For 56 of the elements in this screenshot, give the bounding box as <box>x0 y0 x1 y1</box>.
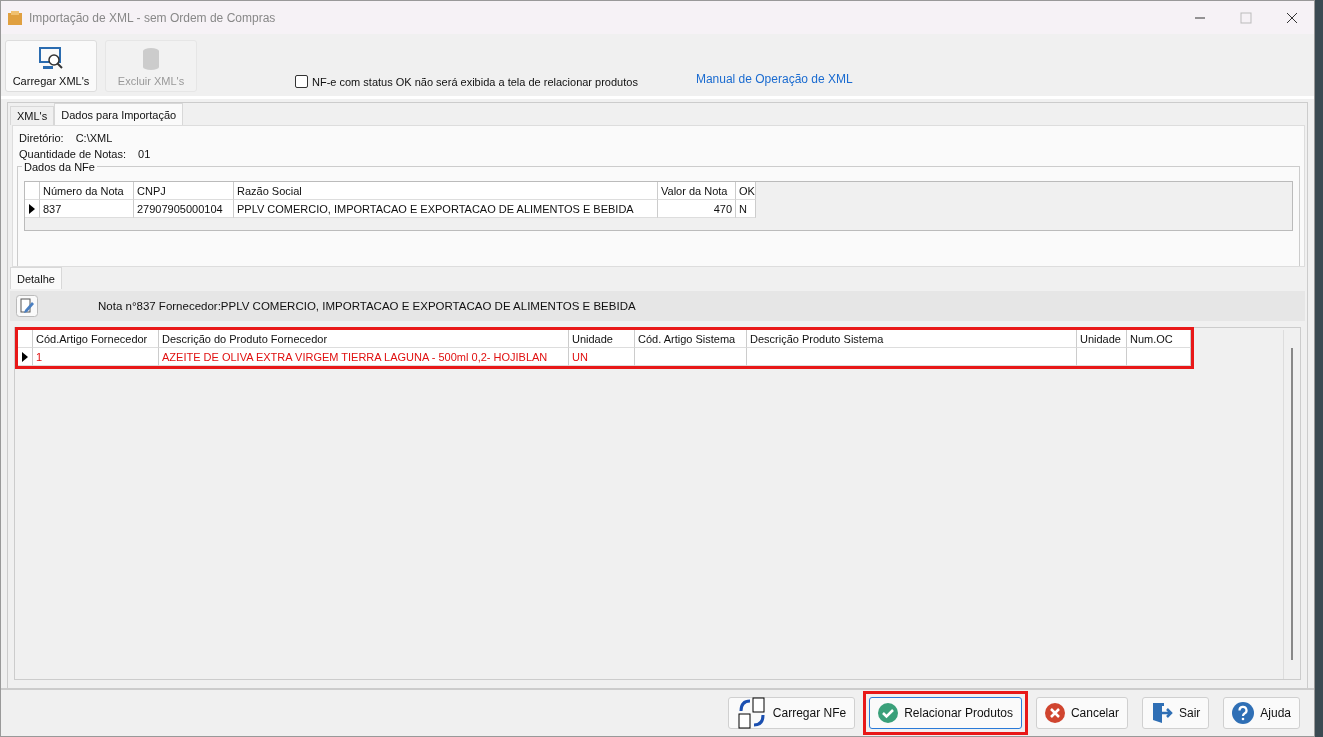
swap-documents-icon <box>736 697 767 729</box>
column-header[interactable]: Número da Nota <box>40 182 134 200</box>
corner-header-cell <box>25 182 40 200</box>
row-indicator-cell[interactable] <box>25 200 40 218</box>
row-pointer-icon <box>29 203 35 214</box>
column-header[interactable]: CNPJ <box>134 182 234 200</box>
row-pointer-icon <box>22 351 28 362</box>
action-button[interactable]: Sair <box>1141 697 1210 729</box>
close-icon[interactable] <box>1286 11 1298 24</box>
tab[interactable]: XML's <box>10 106 55 125</box>
column-header[interactable]: Razão Social <box>234 182 658 200</box>
table-cell: N <box>736 200 756 218</box>
window-title: Importação de XML - sem Ordem de Compras <box>29 10 276 25</box>
table-cell: 837 <box>40 200 134 218</box>
table-cell: PPLV COMERCIO, IMPORTACAO E EXPORTACAO DE ALIMENTOS E BEBIDA <box>234 200 658 218</box>
manual-link[interactable]: Manual de Operação de XML <box>695 72 853 86</box>
action-button[interactable]: Ajuda <box>1223 697 1300 729</box>
field-label: Quantidade de Notas: <box>19 148 127 160</box>
box-icon <box>7 9 23 26</box>
field-value: C:\XML <box>75 132 113 144</box>
help-icon <box>1232 702 1255 724</box>
tab[interactable]: Detalhe <box>10 267 62 289</box>
checkbox[interactable] <box>295 75 308 88</box>
table-cell <box>1127 348 1191 366</box>
tab[interactable]: Dados para Importação <box>54 103 184 125</box>
toolbar-button[interactable]: Carregar XML's <box>5 40 97 92</box>
group-title: Dados da NFe <box>22 161 97 173</box>
table-cell: 470 <box>658 200 736 218</box>
monitor-search-icon <box>38 45 64 72</box>
cancel-icon <box>1044 703 1065 723</box>
action-button[interactable]: Carregar NFe <box>727 697 856 729</box>
check-icon <box>878 703 899 723</box>
action-button[interactable]: Relacionar Produtos <box>869 697 1022 729</box>
row-indicator-cell[interactable] <box>18 348 33 366</box>
table-cell <box>1077 348 1127 366</box>
table-cell: 1 <box>33 348 159 366</box>
column-header[interactable]: Num.OC <box>1127 330 1191 348</box>
detail-header-text: Nota n°837 Fornecedor:PPLV COMERCIO, IMPORTACAO E EXPORTACAO DE ALIMENTOS E BEBIDA <box>98 300 636 312</box>
scrollbar-thumb[interactable] <box>1291 348 1293 660</box>
action-button[interactable]: Cancelar <box>1035 697 1128 729</box>
table-cell: UN <box>569 348 635 366</box>
column-header[interactable]: Descrição Produto Sistema <box>747 330 1077 348</box>
edit-document-icon[interactable] <box>16 295 38 317</box>
column-header[interactable]: Valor da Nota <box>658 182 736 200</box>
exit-door-icon <box>1150 702 1173 724</box>
column-header[interactable]: Descrição do Produto Fornecedor <box>159 330 569 348</box>
corner-header-cell <box>18 330 33 348</box>
field-value: 01 <box>138 148 151 160</box>
column-header[interactable]: Unidade <box>569 330 635 348</box>
field-label: Diretório: <box>19 132 64 144</box>
column-header[interactable]: OK <box>736 182 756 200</box>
column-header[interactable]: Unidade <box>1077 330 1127 348</box>
table-cell: 27907905000104 <box>134 200 234 218</box>
column-header[interactable]: Cód. Artigo Sistema <box>635 330 747 348</box>
table-cell: AZEITE DE OLIVA EXTRA VIRGEM TIERRA LAGUNA - 500ml 0,2- HOJIBLAN <box>159 348 569 366</box>
column-header[interactable]: Cód.Artigo Fornecedor <box>33 330 159 348</box>
